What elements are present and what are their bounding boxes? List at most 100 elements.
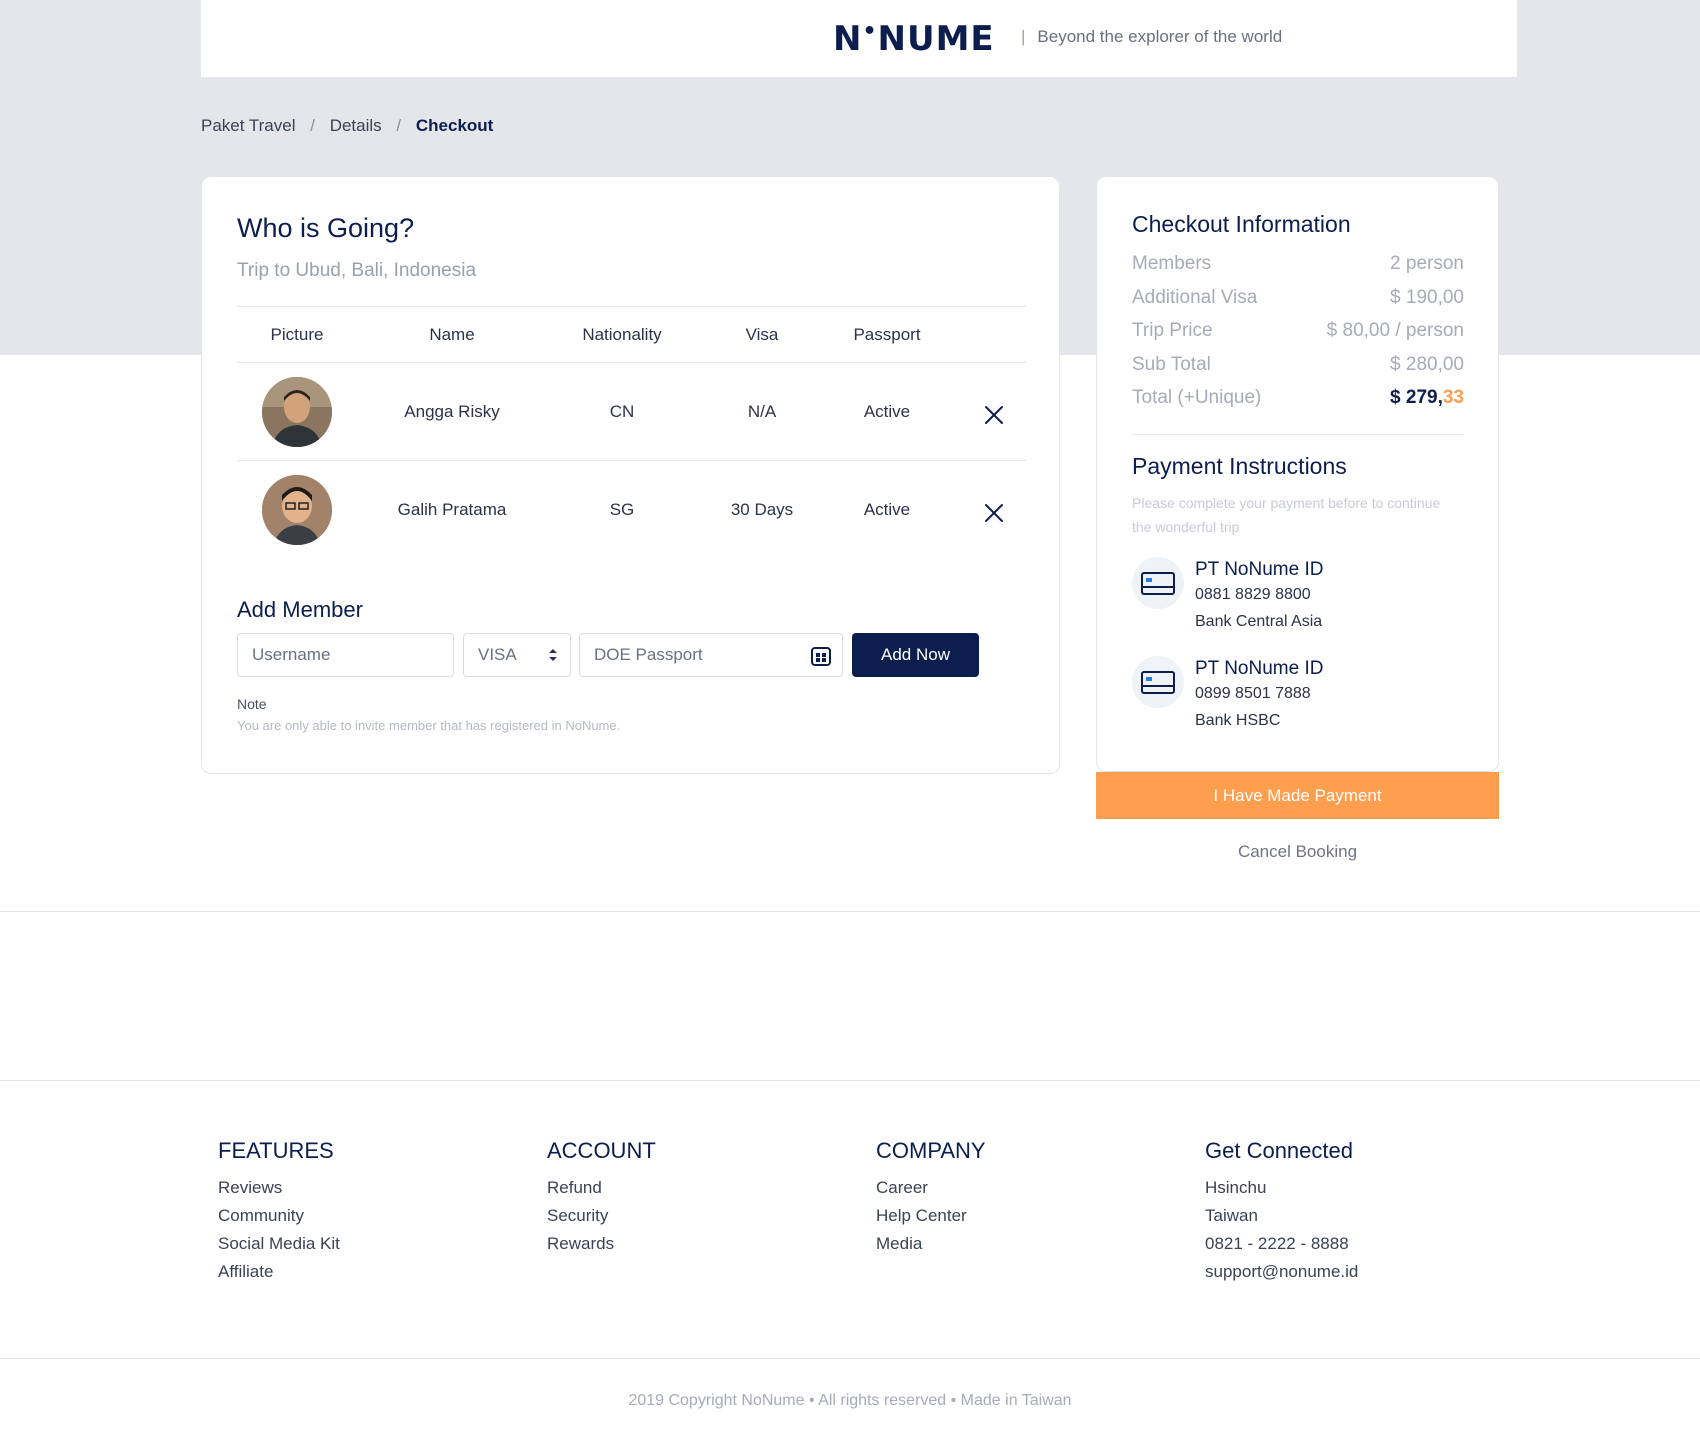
breadcrumb-details[interactable]: Details <box>330 116 382 136</box>
calendar-icon[interactable] <box>810 645 832 667</box>
logo-letters: NUME <box>877 19 995 59</box>
member-passport: Active <box>863 500 911 519</box>
total-label: Total (+Unique) <box>1132 387 1262 408</box>
footer-link[interactable]: Social Media Kit <box>218 1230 340 1258</box>
add-now-button[interactable]: Add Now <box>852 633 979 677</box>
username-input[interactable]: Username <box>237 633 454 677</box>
logo-dot: • <box>862 19 878 44</box>
col-header-picture: Picture <box>270 325 324 344</box>
breadcrumb-checkout: Checkout <box>415 116 494 135</box>
remove-member-button[interactable] <box>983 404 1005 426</box>
footer-bottom-divider <box>0 1358 1700 1359</box>
checkout-row-total: Total (+Unique) $ 279,33 <box>1132 387 1464 409</box>
footer-link[interactable]: Rewards <box>547 1230 656 1258</box>
logo-letter-n: N <box>833 19 863 59</box>
breadcrumb-paket-travel[interactable]: Paket Travel <box>201 116 296 136</box>
member-avatar <box>262 377 332 447</box>
footer-contact-email[interactable]: support@nonume.id <box>1205 1258 1358 1286</box>
close-icon <box>985 406 1003 424</box>
footer-col-title: Get Connected <box>1205 1138 1353 1163</box>
table-top-divider <box>237 306 1026 307</box>
total-main: $ 279, <box>1390 387 1443 408</box>
checkout-value: 2 person <box>1390 253 1464 274</box>
content-divider <box>0 911 1700 912</box>
note-label: Note <box>237 696 267 712</box>
visa-select-value: VISA <box>478 645 517 664</box>
note-text: You are only able to invite member that … <box>237 718 621 733</box>
col-header-passport: Passport <box>853 325 921 344</box>
credit-card-icon <box>1141 572 1175 595</box>
checkout-label: Sub Total <box>1132 354 1211 375</box>
col-header-nationality: Nationality <box>582 325 662 344</box>
col-header-name: Name <box>429 325 475 344</box>
member-visa: N/A <box>747 402 777 421</box>
checkout-label: Additional Visa <box>1132 287 1258 308</box>
footer-link[interactable]: Affiliate <box>218 1258 340 1286</box>
remove-member-button[interactable] <box>983 502 1005 524</box>
checkout-value: $ 190,00 <box>1390 287 1464 308</box>
total-unique-cents: 33 <box>1442 387 1464 408</box>
footer-contact-phone[interactable]: 0821 - 2222 - 8888 <box>1205 1230 1358 1258</box>
site-header: N•NUME | Beyond the explorer of the world <box>201 0 1517 77</box>
checkout-card: Checkout Information Members 2 person Ad… <box>1096 176 1499 772</box>
footer-link[interactable]: Refund <box>547 1174 656 1202</box>
footer-col-get-connected: Get Connected Hsinchu Taiwan 0821 - 2222… <box>1205 1138 1358 1286</box>
footer-link[interactable]: Reviews <box>218 1174 340 1202</box>
footer-col-title: ACCOUNT <box>547 1138 656 1163</box>
bank-account-name: PT NoNume ID <box>1195 658 1324 679</box>
checkout-row-members: Members 2 person <box>1132 253 1464 275</box>
footer-link[interactable]: Community <box>218 1202 340 1230</box>
table-row-divider <box>237 460 1026 461</box>
tagline-separator: | <box>1021 27 1026 46</box>
checkout-value: $ 280,00 <box>1390 354 1464 375</box>
footer-top-divider <box>0 1080 1700 1081</box>
doe-passport-input[interactable]: DOE Passport <box>579 633 843 677</box>
footer-link[interactable]: Help Center <box>876 1202 986 1230</box>
checkout-label: Trip Price <box>1132 320 1213 341</box>
cancel-booking-link[interactable]: Cancel Booking <box>1096 842 1499 862</box>
member-visa: 30 Days <box>730 500 794 519</box>
checkout-row-trip-price: Trip Price $ 80,00 / person <box>1132 320 1464 342</box>
brand-logo[interactable]: N•NUME <box>833 19 995 59</box>
avatar-photo-icon <box>262 377 332 447</box>
breadcrumb-separator: / <box>310 116 315 135</box>
payment-instructions-title: Payment Instructions <box>1132 453 1347 479</box>
table-header-divider <box>237 362 1026 363</box>
bank-card-icon-wrap <box>1132 656 1184 708</box>
trip-subtitle: Trip to Ubud, Bali, Indonesia <box>237 260 477 281</box>
made-payment-button[interactable]: I Have Made Payment <box>1096 772 1499 819</box>
footer-link[interactable]: Media <box>876 1230 986 1258</box>
footer-link[interactable]: Security <box>547 1202 656 1230</box>
credit-card-icon <box>1141 671 1175 694</box>
member-nationality: CN <box>609 402 635 421</box>
breadcrumb: Paket Travel / Details / Checkout <box>201 116 493 136</box>
member-name: Angga Risky <box>404 402 500 421</box>
member-passport: Active <box>863 402 911 421</box>
total-value: $ 279,33 <box>1390 387 1464 409</box>
footer-contact-city: Hsinchu <box>1205 1178 1267 1197</box>
bank-card-icon-wrap <box>1132 557 1184 609</box>
close-icon <box>985 504 1003 522</box>
breadcrumb-separator: / <box>396 116 402 135</box>
bank-name: Bank Central Asia <box>1195 613 1323 630</box>
bank-account-number: 0881 8829 8800 <box>1195 586 1311 603</box>
footer-link[interactable]: Career <box>876 1174 986 1202</box>
bank-account-name: PT NoNume ID <box>1195 559 1324 580</box>
avatar-photo-icon <box>262 475 332 545</box>
footer-col-title: FEATURES <box>218 1138 334 1163</box>
member-avatar <box>262 475 332 545</box>
payment-note: Please complete your payment before to c… <box>1132 495 1441 535</box>
bank-account-number: 0899 8501 7888 <box>1195 685 1311 702</box>
footer-col-account: ACCOUNT Refund Security Rewards <box>547 1138 656 1258</box>
add-member-title: Add Member <box>237 597 363 622</box>
visa-select[interactable]: VISA <box>463 633 571 677</box>
checkout-label: Members <box>1132 253 1212 274</box>
tagline: | Beyond the explorer of the world <box>1021 27 1282 47</box>
doe-passport-placeholder: DOE Passport <box>594 645 703 664</box>
footer-contact-country: Taiwan <box>1205 1206 1258 1225</box>
copyright-text: 2019 Copyright NoNume • All rights reser… <box>628 1392 1072 1409</box>
username-placeholder: Username <box>252 645 331 664</box>
footer-col-title: COMPANY <box>876 1138 986 1163</box>
checkout-value: $ 80,00 / person <box>1326 320 1464 341</box>
member-nationality: SG <box>609 500 635 519</box>
